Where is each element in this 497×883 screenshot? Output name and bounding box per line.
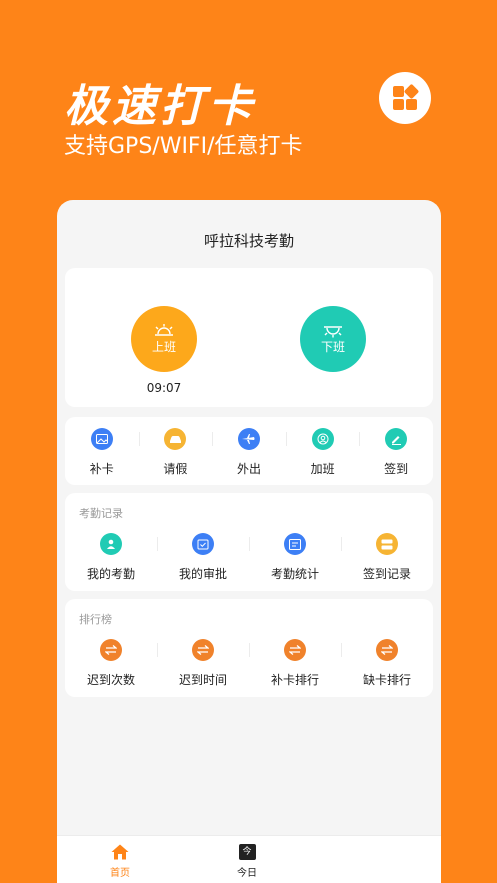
sunrise-icon <box>155 323 173 336</box>
pen-icon <box>385 428 408 450</box>
plane-icon <box>237 428 260 450</box>
rank-late-count[interactable]: 迟到次数 <box>65 639 157 688</box>
nav-home[interactable]: 首页 <box>90 844 150 879</box>
clock-in-button[interactable]: 上班 <box>131 306 197 372</box>
clock-panel: 上班 09:07 下班 <box>65 268 433 407</box>
user-icon <box>100 533 122 555</box>
action-checkin[interactable]: 签到 <box>359 428 433 477</box>
nav-today[interactable]: 今 今日 <box>217 844 277 879</box>
record-label: 我的考勤 <box>86 567 135 581</box>
attendance-records-panel: 考勤记录 我的考勤 我的审批 考勤统计 签到记录 <box>65 493 433 591</box>
record-checkin-log[interactable]: 签到记录 <box>341 533 433 582</box>
swap-icon <box>100 639 122 661</box>
home-icon <box>111 844 129 860</box>
swap-icon <box>376 639 398 661</box>
apps-grid-icon <box>393 84 419 110</box>
action-leave[interactable]: 请假 <box>138 428 213 477</box>
rank-makeup-card[interactable]: 补卡排行 <box>249 639 341 688</box>
calendar-icon: 今 <box>238 844 256 860</box>
action-out[interactable]: 外出 <box>212 428 286 477</box>
record-statistics[interactable]: 考勤统计 <box>249 533 341 582</box>
action-makeup-card[interactable]: 补卡 <box>65 428 139 477</box>
records-heading: 考勤记录 <box>79 507 123 520</box>
apps-button[interactable] <box>379 72 431 124</box>
clock-in-time: 09:07 <box>146 381 182 395</box>
action-label: 补卡 <box>89 462 114 476</box>
card-title: 呼拉科技考勤 <box>203 232 294 250</box>
list-icon <box>376 533 398 555</box>
quick-actions-panel: 补卡 请假 外出 加班 签到 <box>65 417 433 485</box>
swap-icon <box>192 639 214 661</box>
action-overtime[interactable]: 加班 <box>285 428 360 477</box>
nav-today-label: 今日 <box>237 868 257 879</box>
ranking-panel: 排行榜 迟到次数 迟到时间 补卡排行 缺卡排行 <box>65 599 433 697</box>
calendar-check-icon <box>192 533 214 555</box>
clock-out-label: 下班 <box>320 339 345 354</box>
rank-missing-card[interactable]: 缺卡排行 <box>341 639 433 688</box>
person-icon <box>311 428 334 450</box>
image-icon <box>90 428 113 450</box>
car-icon <box>164 428 187 450</box>
rank-label: 迟到次数 <box>86 673 135 687</box>
nav-home-label: 首页 <box>110 868 130 879</box>
action-label: 外出 <box>236 462 261 476</box>
hero-subtitle: 支持GPS/WIFI/任意打卡 <box>64 134 303 159</box>
record-my-approval[interactable]: 我的审批 <box>157 533 249 582</box>
sunset-icon <box>324 325 342 337</box>
rank-late-time[interactable]: 迟到时间 <box>157 639 249 688</box>
ranking-heading: 排行榜 <box>79 613 112 626</box>
rank-label: 迟到时间 <box>178 673 227 687</box>
hero-title: 极速打卡 <box>64 81 256 132</box>
record-my-attendance[interactable]: 我的考勤 <box>65 533 157 582</box>
rank-label: 补卡排行 <box>270 673 319 687</box>
action-label: 签到 <box>384 462 409 476</box>
attendance-card: 呼拉科技考勤 上班 09:07 下班 补卡 请假 外出 加班 签到 考勤记录 我… <box>57 200 441 883</box>
clock-in-label: 上班 <box>151 339 176 354</box>
swap-icon <box>284 639 306 661</box>
rank-label: 缺卡排行 <box>362 673 411 687</box>
bottom-nav: 首页 今 今日 <box>57 835 441 883</box>
record-label: 考勤统计 <box>270 567 319 581</box>
clock-out-button[interactable]: 下班 <box>300 306 366 372</box>
action-label: 加班 <box>310 462 335 476</box>
action-label: 请假 <box>163 462 188 476</box>
record-label: 我的审批 <box>178 567 227 581</box>
record-label: 签到记录 <box>362 567 411 581</box>
chart-icon <box>284 533 306 555</box>
